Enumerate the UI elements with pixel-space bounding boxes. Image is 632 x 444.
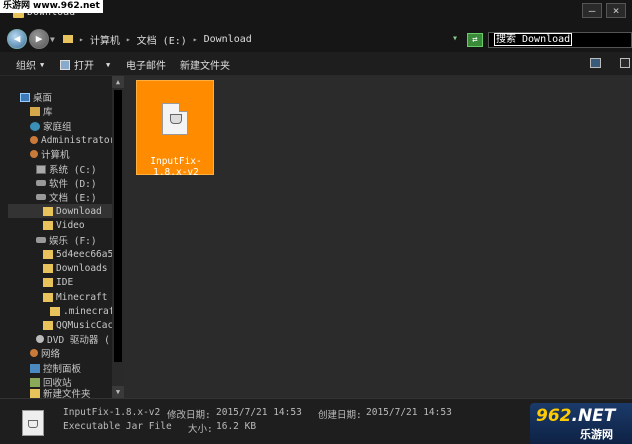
navigation-scrollbar[interactable]: ▲ ▼: [112, 76, 124, 398]
chevron-right-icon[interactable]: ▸: [126, 35, 131, 44]
back-button[interactable]: ◀: [7, 29, 27, 49]
refresh-icon[interactable]: ⇄: [467, 33, 483, 47]
detail-created: 2015/7/21 14:53: [366, 407, 452, 418]
sidebar-item-drive-e[interactable]: 文档 (E:): [36, 190, 97, 204]
sidebar-item-new-folder[interactable]: 新建文件夹: [30, 388, 91, 398]
forward-button[interactable]: ▶: [29, 29, 49, 49]
sidebar-item-ide[interactable]: IDE: [43, 275, 73, 289]
close-button[interactable]: ×: [606, 3, 626, 18]
user-icon: [30, 136, 38, 144]
detail-modified-label: 修改日期:: [167, 410, 211, 421]
chevron-down-icon: ▼: [106, 60, 111, 69]
chevron-right-icon[interactable]: ▸: [193, 35, 198, 44]
detail-size: 16.2 KB: [216, 421, 257, 432]
detail-created-label: 创建日期:: [318, 410, 362, 421]
folder-icon: [50, 306, 60, 316]
folder-icon: [43, 320, 53, 330]
folder-icon: [43, 206, 53, 216]
sidebar-item-library[interactable]: 库: [30, 104, 53, 118]
sidebar-item-minecraft[interactable]: Minecraft: [43, 290, 107, 304]
sidebar-item-computer[interactable]: 计算机: [30, 147, 70, 161]
search-input[interactable]: 搜索 Download: [488, 32, 632, 48]
crumb-drive-e[interactable]: 文档 (E:): [137, 32, 187, 47]
watermark: 乐游网 www.962.net: [0, 0, 103, 13]
file-name: InputFix-1.8.x-v2: [150, 156, 202, 178]
sidebar-item-downloads[interactable]: Downloads: [43, 261, 107, 275]
chevron-down-icon: ▼: [40, 60, 45, 69]
homegroup-icon: [30, 121, 40, 131]
command-bar: 组织 ▼ 打开 ▼ 电子邮件 新建文件夹: [0, 52, 632, 76]
network-icon: [30, 349, 38, 357]
crumb-computer[interactable]: 计算机: [90, 32, 120, 47]
sidebar-item-homegroup[interactable]: 家庭组: [30, 119, 72, 133]
sidebar-item-control-panel[interactable]: 控制面板: [30, 361, 81, 375]
organize-button[interactable]: 组织 ▼: [16, 57, 45, 73]
drive-icon: [36, 237, 46, 243]
preview-pane-icon[interactable]: [620, 58, 630, 68]
history-dropdown-icon[interactable]: ▼: [50, 35, 55, 44]
sidebar-item-qqmusiccache[interactable]: QQMusicCac: [43, 318, 113, 332]
breadcrumb[interactable]: ▸ 计算机 ▸ 文档 (E:) ▸ Download: [60, 30, 465, 48]
sidebar-item-network[interactable]: 网络: [30, 346, 60, 360]
open-button[interactable]: 打开 ▼: [60, 57, 110, 72]
view-options-icon[interactable]: [590, 58, 601, 68]
sidebar-item-dvd[interactable]: DVD 驱动器 (: [36, 332, 110, 346]
sidebar-item-administrator[interactable]: Administrator: [30, 133, 115, 147]
navigation-pane: 桌面 库 家庭组 Administrator 计算机 系统 (C:) 软件 (D…: [0, 76, 124, 398]
scroll-down-icon[interactable]: ▼: [112, 386, 124, 398]
chevron-right-icon[interactable]: ▸: [79, 35, 84, 44]
folder-icon: [63, 35, 73, 43]
folder-icon: [30, 388, 40, 398]
sidebar-item-drive-d[interactable]: 软件 (D:): [36, 176, 97, 190]
computer-icon: [30, 150, 38, 158]
file-item[interactable]: InputFix-1.8.x-v2: [136, 80, 214, 178]
folder-icon: [43, 249, 53, 259]
dvd-icon: [36, 335, 44, 343]
scroll-up-icon[interactable]: ▲: [112, 76, 124, 88]
drive-icon: [36, 164, 46, 174]
jar-file-icon: [22, 410, 44, 436]
sidebar-item-video[interactable]: Video: [43, 218, 85, 232]
sidebar-item-drive-f[interactable]: 娱乐 (F:): [36, 233, 97, 247]
address-dropdown-icon[interactable]: ▾: [452, 33, 458, 44]
sidebar-item-drive-c[interactable]: 系统 (C:): [36, 162, 97, 176]
detail-modified: 2015/7/21 14:53: [216, 407, 302, 418]
folder-icon: [43, 277, 53, 287]
folder-icon: [43, 292, 53, 302]
library-icon: [30, 106, 40, 116]
jar-file-icon: [162, 103, 188, 135]
scrollbar-thumb[interactable]: [114, 90, 122, 362]
folder-icon: [43, 263, 53, 273]
sidebar-item-5d4eec66a5[interactable]: 5d4eec66a5: [43, 247, 113, 261]
detail-type: Executable Jar File: [63, 421, 172, 432]
jar-icon: [60, 59, 70, 70]
control-panel-icon: [30, 363, 40, 373]
sidebar-item-recycle-bin[interactable]: 回收站: [30, 375, 72, 389]
folder-icon: [43, 220, 53, 230]
drive-icon: [36, 180, 46, 186]
site-logo: 962.NET 乐游网: [530, 403, 632, 444]
minimize-button[interactable]: –: [582, 3, 602, 18]
sidebar-item-dot-minecraft[interactable]: .minecraf: [50, 304, 114, 318]
detail-name: InputFix-1.8.x-v2: [63, 407, 161, 418]
detail-size-label: 大小:: [188, 424, 213, 435]
sidebar-item-download[interactable]: Download: [8, 204, 112, 218]
new-folder-button[interactable]: 新建文件夹: [180, 57, 230, 72]
recycle-bin-icon: [30, 377, 40, 387]
desktop-icon: [20, 92, 30, 102]
address-bar: ◀ ▶ ▼ ▸ 计算机 ▸ 文档 (E:) ▸ Download ▾ ⇄ 搜索 …: [0, 26, 632, 52]
drive-icon: [36, 194, 46, 200]
email-button[interactable]: 电子邮件: [126, 57, 166, 72]
crumb-download[interactable]: Download: [204, 34, 252, 45]
file-list: InputFix-1.8.x-v2: [124, 76, 632, 398]
sidebar-item-desktop[interactable]: 桌面: [20, 90, 52, 104]
